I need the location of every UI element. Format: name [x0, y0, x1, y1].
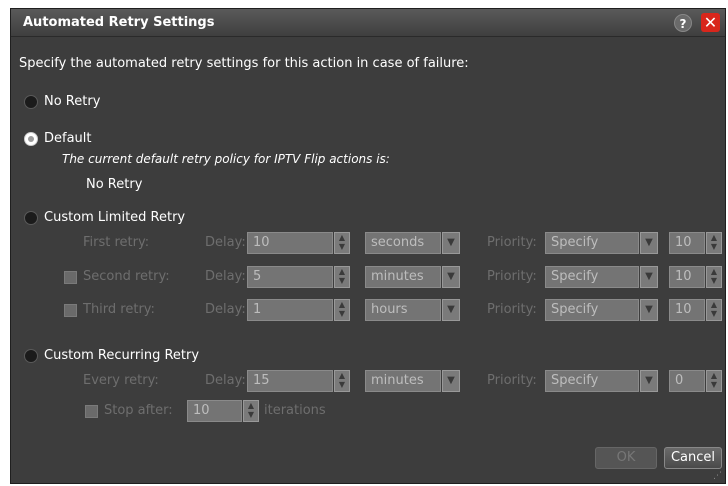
second-retry-priority-stepper[interactable]: ▲ ▼	[706, 266, 722, 288]
every-retry-delay-label: Delay:	[205, 373, 246, 388]
no-retry-radio[interactable]	[24, 95, 38, 109]
first-retry-delay-label: Delay:	[205, 235, 246, 250]
every-retry-priority-label: Priority:	[487, 373, 537, 388]
custom-recurring-retry-radio[interactable]	[24, 349, 38, 363]
iterations-label: iterations	[264, 403, 326, 418]
third-retry-priority-input[interactable]: 10	[669, 299, 705, 321]
third-retry-delay-label: Delay:	[205, 302, 246, 317]
default-label[interactable]: Default	[44, 131, 92, 146]
chevron-down-icon[interactable]: ▼	[640, 266, 658, 288]
third-retry-delay-input[interactable]: 1	[247, 299, 333, 321]
first-retry-priority-input[interactable]: 10	[669, 232, 705, 254]
default-radio[interactable]	[24, 132, 38, 146]
first-retry-delay-input[interactable]: 10	[247, 232, 333, 254]
third-retry-label: Third retry:	[83, 302, 155, 317]
every-retry-delay-input[interactable]: 15	[247, 370, 333, 392]
second-retry-priority-select[interactable]: Specify	[545, 266, 639, 288]
custom-limited-retry-radio[interactable]	[24, 211, 38, 225]
every-retry-unit-select[interactable]: minutes	[365, 370, 441, 392]
chevron-down-icon[interactable]: ▼	[640, 232, 658, 254]
chevron-down-icon[interactable]: ▼	[442, 266, 460, 288]
first-retry-label: First retry:	[83, 235, 150, 250]
third-retry-unit-select[interactable]: hours	[365, 299, 441, 321]
custom-limited-retry-label[interactable]: Custom Limited Retry	[44, 210, 185, 225]
every-retry-priority-stepper[interactable]: ▲ ▼	[706, 370, 722, 392]
stop-after-input[interactable]: 10	[187, 400, 242, 422]
first-retry-priority-label: Priority:	[487, 235, 537, 250]
cancel-button[interactable]: Cancel	[664, 447, 722, 469]
second-retry-unit-select[interactable]: minutes	[365, 266, 441, 288]
stop-after-stepper[interactable]: ▲ ▼	[243, 400, 259, 422]
third-retry-priority-select[interactable]: Specify	[545, 299, 639, 321]
chevron-down-icon[interactable]: ▼	[442, 299, 460, 321]
third-retry-checkbox[interactable]	[64, 304, 77, 317]
every-retry-label: Every retry:	[83, 373, 159, 388]
second-retry-label: Second retry:	[83, 269, 170, 284]
no-retry-label[interactable]: No Retry	[44, 94, 100, 109]
second-retry-delay-stepper[interactable]: ▲ ▼	[334, 266, 350, 288]
first-retry-unit-select[interactable]: seconds	[365, 232, 441, 254]
help-icon[interactable]: ?	[674, 14, 692, 32]
chevron-down-icon[interactable]: ▼	[640, 299, 658, 321]
second-retry-delay-input[interactable]: 5	[247, 266, 333, 288]
intro-text: Specify the automated retry settings for…	[19, 56, 469, 71]
third-retry-priority-label: Priority:	[487, 302, 537, 317]
retry-settings-dialog: Automated Retry Settings ? ✕ Specify the…	[10, 8, 726, 484]
chevron-down-icon[interactable]: ▼	[442, 370, 460, 392]
title-bar: Automated Retry Settings ? ✕	[11, 9, 725, 37]
stop-after-checkbox[interactable]	[85, 405, 98, 418]
first-retry-priority-stepper[interactable]: ▲ ▼	[706, 232, 722, 254]
ok-button[interactable]: OK	[595, 447, 657, 469]
resize-grip-icon[interactable]: ⋰	[713, 471, 723, 481]
close-icon[interactable]: ✕	[701, 13, 720, 32]
chevron-down-icon[interactable]: ▼	[442, 232, 460, 254]
stop-after-label: Stop after:	[104, 403, 173, 418]
first-retry-priority-select[interactable]: Specify	[545, 232, 639, 254]
second-retry-priority-label: Priority:	[487, 269, 537, 284]
second-retry-delay-label: Delay:	[205, 269, 246, 284]
second-retry-checkbox[interactable]	[64, 271, 77, 284]
second-retry-priority-input[interactable]: 10	[669, 266, 705, 288]
custom-recurring-retry-label[interactable]: Custom Recurring Retry	[44, 348, 199, 363]
chevron-down-icon[interactable]: ▼	[640, 370, 658, 392]
first-retry-delay-stepper[interactable]: ▲ ▼	[334, 232, 350, 254]
default-policy-description: The current default retry policy for IPT…	[62, 152, 390, 166]
third-retry-delay-stepper[interactable]: ▲ ▼	[334, 299, 350, 321]
default-policy-value: No Retry	[86, 177, 143, 192]
dialog-title: Automated Retry Settings	[23, 15, 215, 30]
every-retry-delay-stepper[interactable]: ▲ ▼	[334, 370, 350, 392]
third-retry-priority-stepper[interactable]: ▲ ▼	[706, 299, 722, 321]
every-retry-priority-input[interactable]: 0	[669, 370, 705, 392]
every-retry-priority-select[interactable]: Specify	[545, 370, 639, 392]
